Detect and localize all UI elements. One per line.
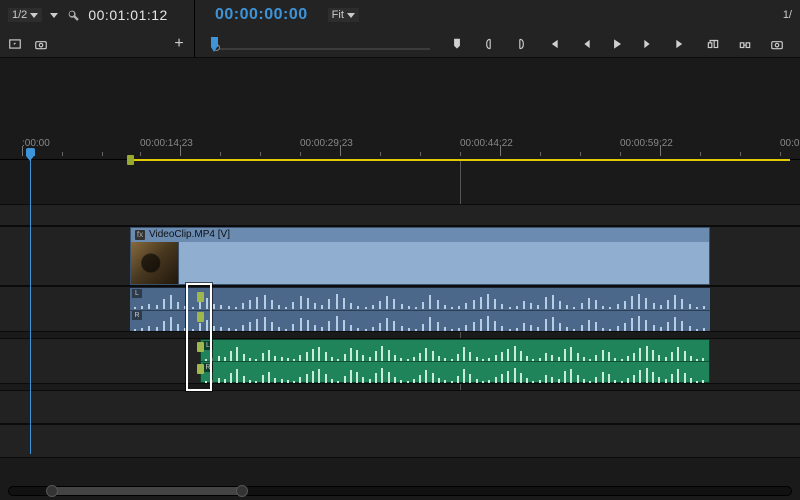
program-scrub-area[interactable] — [195, 30, 800, 58]
timeline-panel: :00:0000:00:14:2300:00:29:2300:00:44:220… — [0, 58, 800, 500]
audio-clip-1[interactable]: L R — [130, 287, 710, 331]
mark-in-icon[interactable] — [482, 37, 496, 51]
scroll-cap-left[interactable] — [46, 485, 58, 497]
clip-thumbnail — [131, 242, 179, 284]
ruler-tick — [700, 152, 701, 156]
video-clip-header: fx VideoClip.MP4 [V] — [131, 228, 709, 242]
source-duration-readout: 00:01:01:12 — [88, 7, 167, 23]
mark-out-icon[interactable] — [514, 37, 528, 51]
settings-wrench-icon[interactable] — [66, 8, 80, 22]
ruler-label: 00:00:59:22 — [620, 138, 673, 149]
chevron-down-icon — [30, 13, 38, 18]
go-to-in-icon[interactable] — [546, 37, 560, 51]
video-clip-name: VideoClip.MP4 [V] — [149, 228, 230, 242]
ruler-tick — [620, 152, 621, 156]
step-forward-icon[interactable] — [642, 37, 656, 51]
ruler-tick — [62, 152, 63, 156]
scrub-playhead[interactable] — [211, 37, 218, 47]
lift-icon[interactable] — [706, 37, 720, 51]
track-a2[interactable]: L R — [0, 338, 800, 384]
ruler-tick — [22, 146, 23, 156]
waveform — [201, 363, 709, 383]
scrub-track[interactable] — [213, 48, 430, 50]
ruler-label: 00:00:44:22 — [460, 138, 513, 149]
keyframe-marker[interactable] — [197, 364, 204, 374]
monitor-tool-row: + — [0, 30, 800, 58]
ruler-tick — [540, 152, 541, 156]
ruler-tick — [220, 152, 221, 156]
go-to-out-icon[interactable] — [674, 37, 688, 51]
timeline-ruler[interactable]: :00:0000:00:14:2300:00:29:2300:00:44:220… — [0, 138, 800, 160]
export-frame-icon[interactable] — [770, 37, 784, 51]
extract-icon[interactable] — [738, 37, 752, 51]
waveform — [130, 311, 710, 331]
export-frame-icon[interactable] — [8, 37, 22, 51]
ruler-tick — [500, 146, 501, 156]
program-controls: 00:00:00:00 Fit — [195, 0, 359, 30]
work-area-start-handle[interactable] — [127, 155, 134, 165]
ruler-tick — [380, 152, 381, 156]
keyframe-marker[interactable] — [197, 292, 204, 302]
keyframe-marker[interactable] — [197, 312, 204, 322]
ruler-tick — [140, 152, 141, 156]
work-area-bar[interactable] — [130, 159, 790, 161]
source-right-readout: 1/ — [783, 9, 800, 21]
waveform — [130, 289, 710, 309]
fx-badge-icon: fx — [135, 230, 145, 240]
ruler-tick — [420, 152, 421, 156]
program-position-readout[interactable]: 00:00:00:00 — [215, 6, 308, 24]
ruler-label: 00:01:14:22 — [780, 138, 800, 149]
keyframe-marker[interactable] — [197, 342, 204, 352]
camera-icon[interactable] — [34, 37, 48, 51]
add-marker-icon[interactable] — [450, 37, 464, 51]
track-a4[interactable] — [0, 424, 800, 458]
playhead-head-icon[interactable] — [26, 148, 35, 156]
waveform — [201, 341, 709, 361]
ruler-tick — [660, 146, 661, 156]
ruler-tick — [300, 152, 301, 156]
ruler-label: 00:00:29:23 — [300, 138, 353, 149]
track-v2[interactable] — [0, 204, 800, 226]
ruler-tick — [340, 146, 341, 156]
ruler-tick — [460, 152, 461, 156]
ruler-tick — [780, 152, 781, 156]
tool-row-left: + — [0, 30, 195, 57]
source-left-controls: 1/2 00:01:01:12 — [0, 0, 195, 30]
playback-resolution-select[interactable]: 1/2 — [8, 8, 42, 22]
ruler-label: 00:00:14:23 — [140, 138, 193, 149]
source-monitor-bar: 1/2 00:01:01:12 00:00:00:00 Fit 1/ — [0, 0, 800, 30]
track-v1[interactable]: fx VideoClip.MP4 [V] — [0, 226, 800, 286]
scroll-thumb[interactable] — [52, 487, 242, 495]
track-a1[interactable]: L R — [0, 286, 800, 332]
transport-controls — [450, 30, 784, 58]
scroll-cap-right[interactable] — [236, 485, 248, 497]
chevron-down-icon — [347, 13, 355, 18]
ruler-tick — [102, 152, 103, 156]
ruler-tick — [740, 152, 741, 156]
track-a3[interactable] — [0, 390, 800, 424]
ruler-tick — [260, 152, 261, 156]
audio-clip-2[interactable]: L R — [200, 339, 710, 383]
ruler-tick — [580, 152, 581, 156]
ruler-tick — [180, 146, 181, 156]
play-icon[interactable] — [610, 37, 624, 51]
zoom-fit-select[interactable]: Fit — [328, 8, 359, 22]
video-clip[interactable]: fx VideoClip.MP4 [V] — [130, 227, 710, 285]
playhead-line[interactable] — [30, 153, 31, 454]
timeline-horizontal-scrollbar[interactable] — [8, 486, 792, 496]
button-editor-plus-icon[interactable]: + — [172, 37, 186, 51]
chevron-down-icon[interactable] — [50, 13, 58, 18]
step-back-icon[interactable] — [578, 37, 592, 51]
